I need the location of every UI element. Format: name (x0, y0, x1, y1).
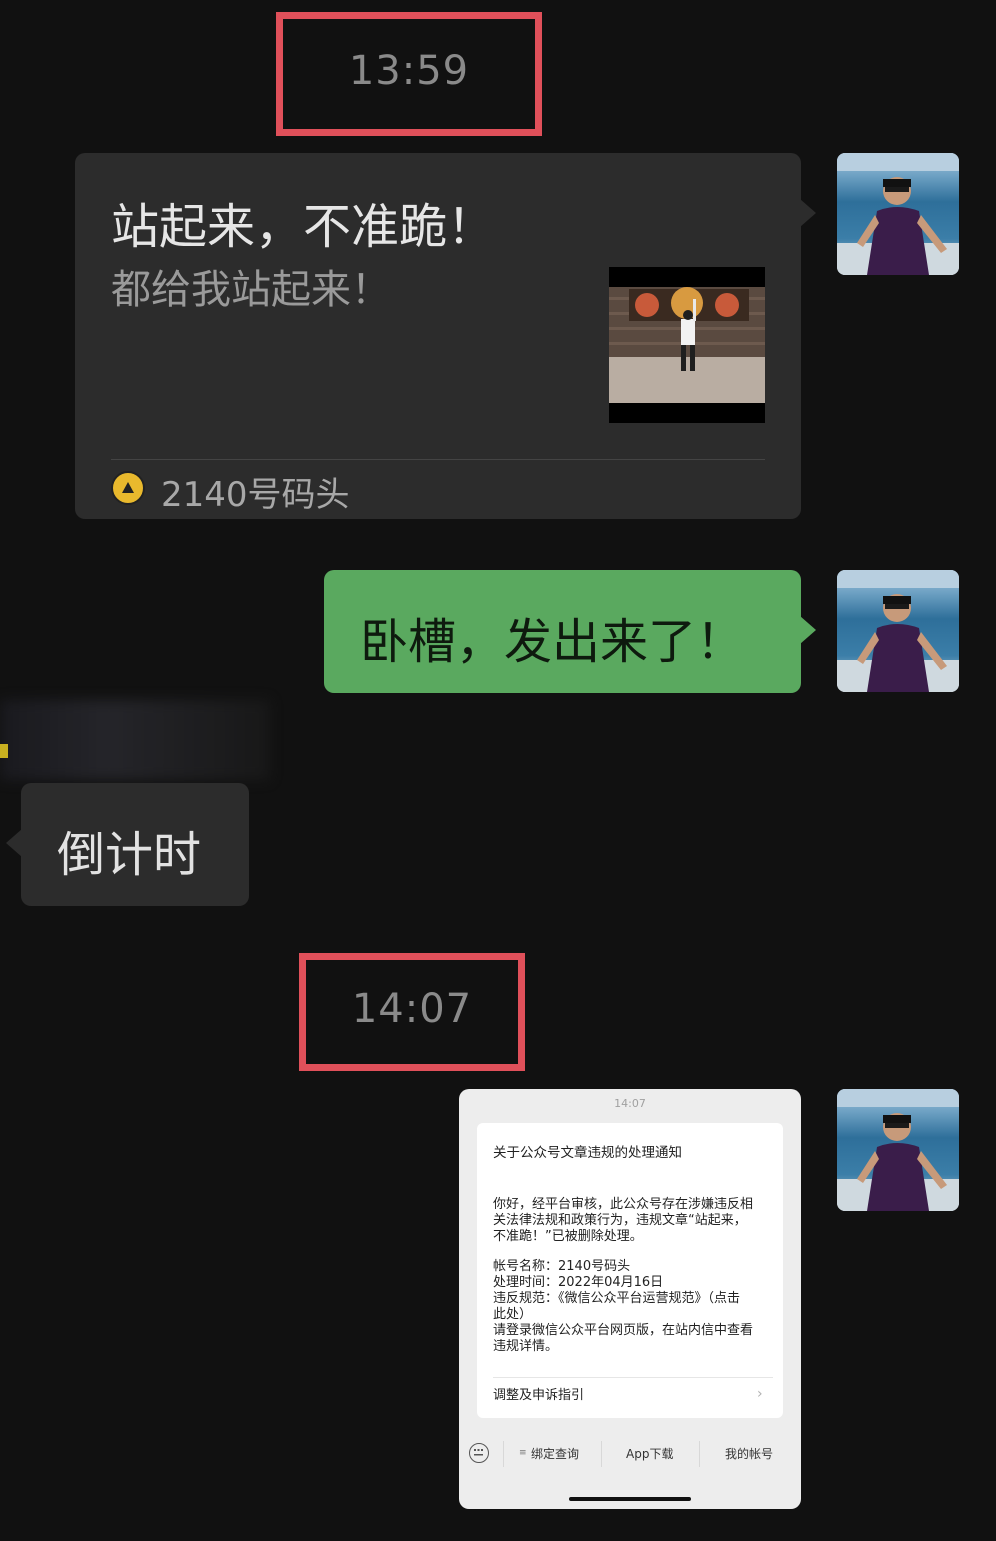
notice-body-line: 不准跪！”已被删除处理。 (493, 1229, 643, 1244)
notice-screenshot[interactable]: 14:07 关于公众号文章违规的处理通知 你好，经平台审核，此公众号存在涉嫌违反… (459, 1089, 801, 1509)
menu-separator (601, 1441, 602, 1467)
notice-title: 关于公众号文章违规的处理通知 (493, 1145, 682, 1161)
avatar[interactable] (837, 1089, 959, 1211)
menu-list-icon: ≡ (519, 1448, 527, 1458)
source-name: 2140号码头 (161, 475, 350, 515)
avatar[interactable] (837, 153, 959, 275)
menu-item-bind-query[interactable]: 绑定查询 (531, 1446, 579, 1462)
timestamp-1: 13:59 (348, 48, 470, 94)
article-card[interactable]: 站起来，不准跪！ 都给我站起来！ 2140号码头 (75, 153, 801, 519)
notice-body-line: 你好，经平台审核，此公众号存在涉嫌违反相 (493, 1197, 754, 1212)
menu-item-my-account[interactable]: 我的帐号 (725, 1446, 773, 1462)
received-message-text: 倒计时 (57, 827, 202, 883)
notice-detail-line: 帐号名称：2140号码头 (493, 1259, 631, 1274)
notice-detail-line: 处理时间：2022年04月16日 (493, 1275, 664, 1290)
blurred-avatar (0, 700, 270, 780)
article-subtitle: 都给我站起来！ (111, 267, 391, 313)
notice-detail-line: 违反规范：《微信公众平台运营规范》（点击 (493, 1291, 741, 1306)
notice-detail-line: 请登录微信公众平台网页版，在站内信中查看 (493, 1323, 754, 1338)
guide-link[interactable]: 调整及申诉指引 (493, 1388, 584, 1404)
card-tail (800, 199, 816, 227)
sent-message-tail (800, 616, 816, 644)
blurred-accent (0, 744, 8, 758)
notice-body: 你好，经平台审核，此公众号存在涉嫌违反相 关法律法规和政策行为，违规文章“站起来… (493, 1197, 773, 1245)
avatar[interactable] (837, 570, 959, 692)
keyboard-icon[interactable] (469, 1443, 489, 1463)
notice-details: 帐号名称：2140号码头 处理时间：2022年04月16日 违反规范：《微信公众… (493, 1259, 773, 1355)
notice-divider (493, 1377, 773, 1378)
menu-separator (503, 1441, 504, 1467)
notice-card: 关于公众号文章违规的处理通知 你好，经平台审核，此公众号存在涉嫌违反相 关法律法… (477, 1123, 783, 1418)
received-message-tail (6, 829, 22, 857)
article-title: 站起来，不准跪！ (111, 199, 496, 255)
article-thumbnail (609, 267, 765, 423)
notice-body-line: 关法律法规和政策行为，违规文章“站起来， (493, 1213, 747, 1228)
avatar-photo (837, 1089, 959, 1211)
timestamp-2: 14:07 (351, 986, 473, 1032)
notice-detail-line: 此处） (493, 1307, 533, 1322)
card-divider (111, 459, 765, 460)
home-indicator (569, 1497, 691, 1501)
sent-message-text: 卧槽，发出来了！ (360, 614, 745, 670)
avatar-photo (837, 153, 959, 275)
chevron-right-icon: › (757, 1386, 763, 1402)
notice-detail-line: 违规详情。 (493, 1339, 559, 1354)
menu-separator (699, 1441, 700, 1467)
sent-message[interactable]: 卧槽，发出来了！ (324, 570, 801, 693)
menu-item-app-download[interactable]: App下载 (626, 1446, 673, 1462)
thumbnail-image (609, 287, 765, 403)
received-message[interactable]: 倒计时 (21, 783, 249, 906)
source-logo-icon (111, 471, 145, 505)
menu-bar: ≡ 绑定查询 App下载 我的帐号 (459, 1429, 801, 1481)
notice-time: 14:07 (614, 1097, 646, 1110)
avatar-photo (837, 570, 959, 692)
